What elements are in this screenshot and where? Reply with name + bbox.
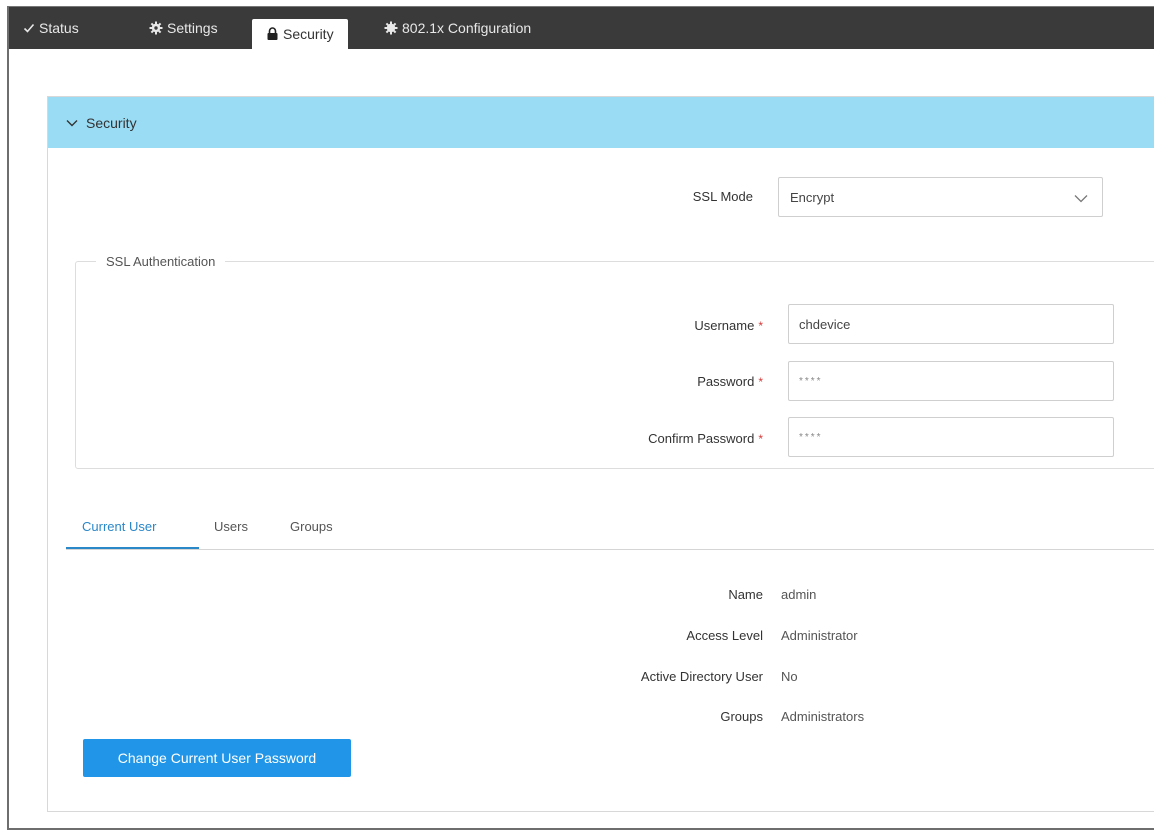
username-value: chdevice <box>799 316 851 332</box>
username-field[interactable]: chdevice <box>788 304 1114 344</box>
password-label: Password * <box>588 374 763 389</box>
chevron-down-icon <box>1074 191 1088 206</box>
name-value: admin <box>781 587 817 602</box>
groups-label: Groups <box>720 709 763 724</box>
tab-8021x-label: 802.1x Configuration <box>402 20 532 36</box>
lock-icon <box>266 27 279 41</box>
required-mark: * <box>758 432 763 446</box>
confirm-password-value: **** <box>799 431 823 443</box>
chevron-down-icon <box>66 119 78 127</box>
tab-settings[interactable]: Settings <box>149 7 218 49</box>
tab-current-user[interactable]: Current User <box>82 519 156 534</box>
tab-status-label: Status <box>39 20 79 36</box>
gear-icon <box>149 21 163 35</box>
password-value: **** <box>799 375 823 387</box>
section-title: Security <box>86 114 137 131</box>
tab-security[interactable]: Security <box>252 19 348 49</box>
active-tab-indicator <box>66 547 199 549</box>
confirm-password-label: Confirm Password * <box>548 431 763 446</box>
groups-value: Administrators <box>781 709 865 724</box>
change-current-user-password-button[interactable]: Change Current User Password <box>83 739 351 777</box>
access-level-label: Access Level <box>686 628 763 643</box>
password-field[interactable]: **** <box>788 361 1114 401</box>
name-label: Name <box>728 587 763 602</box>
security-panel: Security SSL Mode Encrypt SSL Authentica… <box>47 96 1154 812</box>
tab-groups[interactable]: Groups <box>290 519 333 534</box>
username-label-text: Username <box>694 318 755 333</box>
required-mark: * <box>758 375 763 389</box>
top-nav-bar: Status Settings Security 802.1x Configur… <box>9 7 1154 49</box>
password-label-text: Password <box>697 374 755 389</box>
active-directory-user-value: No <box>781 669 798 684</box>
tab-8021x-configuration[interactable]: 802.1x Configuration <box>384 7 531 49</box>
required-mark: * <box>758 319 763 333</box>
gear-icon <box>384 21 398 35</box>
ssl-mode-value: Encrypt <box>790 189 835 205</box>
active-directory-user-label: Active Directory User <box>640 669 763 684</box>
ssl-mode-select[interactable]: Encrypt <box>778 177 1103 217</box>
ssl-authentication-legend: SSL Authentication <box>106 254 216 269</box>
tab-users[interactable]: Users <box>214 519 248 534</box>
username-label: Username * <box>588 318 763 333</box>
tab-security-label: Security <box>283 26 334 42</box>
ssl-mode-label: SSL Mode <box>692 189 753 204</box>
confirm-password-field[interactable]: **** <box>788 417 1114 457</box>
app-frame: Status Settings Security 802.1x Configur… <box>7 6 1154 830</box>
user-tabs: Current User Users Groups <box>66 509 1154 550</box>
access-level-value: Administrator <box>781 628 858 643</box>
tab-settings-label: Settings <box>167 20 218 36</box>
security-section-header[interactable]: Security <box>48 97 1154 148</box>
confirm-password-label-text: Confirm Password <box>648 431 755 446</box>
check-icon <box>23 22 35 34</box>
tab-status[interactable]: Status <box>23 7 79 49</box>
